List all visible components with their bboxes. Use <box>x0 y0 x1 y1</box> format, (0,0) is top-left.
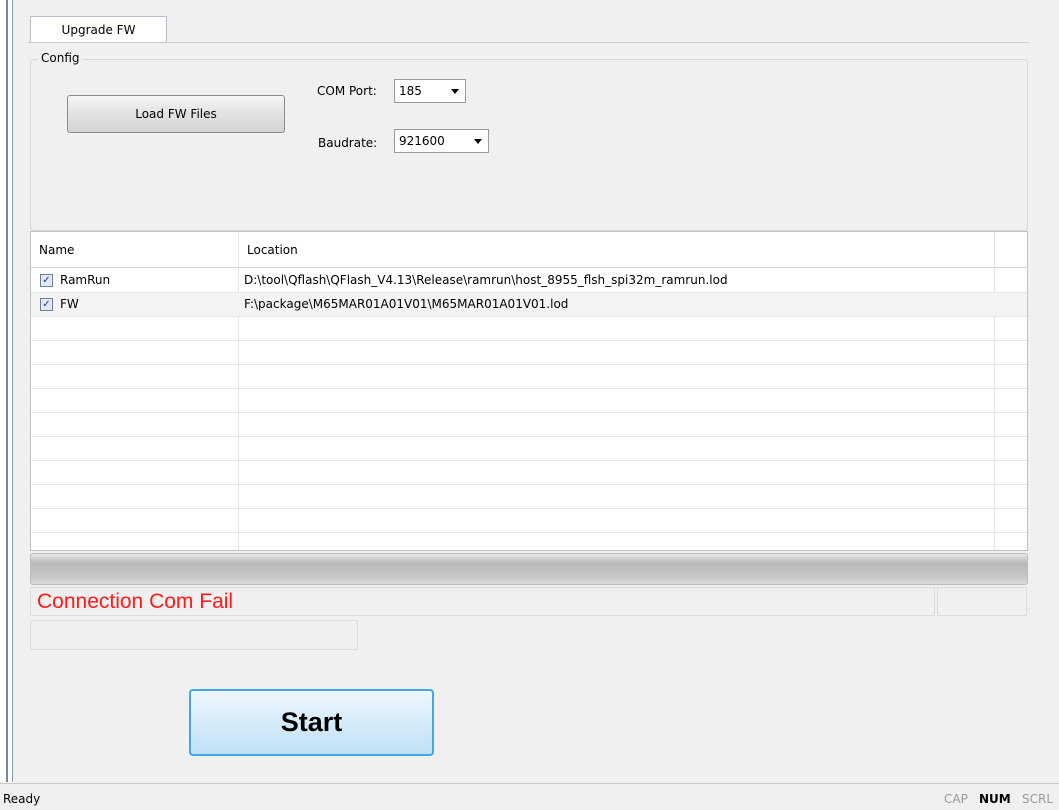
tab-upgrade-fw[interactable]: Upgrade FW <box>30 16 167 43</box>
baudrate-value: 921600 <box>399 134 445 148</box>
checkbox-checked-icon[interactable]: ✓ <box>40 298 53 311</box>
com-port-select[interactable]: 185 <box>394 79 466 103</box>
table-row-empty <box>31 461 1027 485</box>
baudrate-label: Baudrate: <box>318 136 378 150</box>
config-group <box>30 59 1028 231</box>
row-name: FW <box>60 297 79 311</box>
progress-bar <box>30 553 1028 585</box>
table-row[interactable]: ✓ FW F:\package\M65MAR01A01V01\M65MAR01A… <box>31 293 1027 317</box>
row-name: RamRun <box>60 273 111 287</box>
baudrate-select[interactable]: 921600 <box>394 129 489 153</box>
table-row[interactable]: ✓ RamRun D:\tool\Qflash\QFlash_V4.13\Rel… <box>31 269 1027 293</box>
config-legend: Config <box>38 51 83 65</box>
row-location: F:\package\M65MAR01A01V01\M65MAR01A01V01… <box>244 297 569 311</box>
num-lock-indicator: NUM <box>979 792 1011 806</box>
column-header-name[interactable]: Name <box>31 232 239 267</box>
table-row-empty <box>31 485 1027 509</box>
table-header: Name Location <box>31 232 1027 268</box>
info-field <box>30 620 358 650</box>
fw-files-table[interactable]: Name Location ✓ RamRun D:\tool\Qflash\QF… <box>30 231 1028 551</box>
com-port-value: 185 <box>399 84 422 98</box>
column-header-location[interactable]: Location <box>239 232 995 267</box>
chevron-down-icon <box>451 89 459 94</box>
status-secondary-field <box>937 587 1027 616</box>
table-row-empty <box>31 389 1027 413</box>
com-port-label: COM Port: <box>317 84 377 98</box>
cap-lock-indicator: CAP <box>944 792 968 806</box>
chevron-down-icon <box>474 139 482 144</box>
table-row-empty <box>31 341 1027 365</box>
start-button[interactable]: Start <box>189 689 434 756</box>
window-left-edge <box>0 0 13 782</box>
table-row-empty <box>31 413 1027 437</box>
load-fw-files-button[interactable]: Load FW Files <box>67 95 285 133</box>
checkbox-checked-icon[interactable]: ✓ <box>40 274 53 287</box>
table-row-empty <box>31 317 1027 341</box>
status-bar: Ready CAP NUM SCRL <box>0 783 1059 810</box>
table-row-empty <box>31 365 1027 389</box>
connection-status-text: Connection Com Fail <box>37 590 234 613</box>
status-bar-text: Ready <box>3 792 41 806</box>
table-row-empty <box>31 509 1027 533</box>
scroll-lock-indicator: SCRL <box>1022 792 1054 806</box>
table-row-empty <box>31 533 1027 550</box>
row-location: D:\tool\Qflash\QFlash_V4.13\Release\ramr… <box>244 273 728 287</box>
table-row-empty <box>31 437 1027 461</box>
